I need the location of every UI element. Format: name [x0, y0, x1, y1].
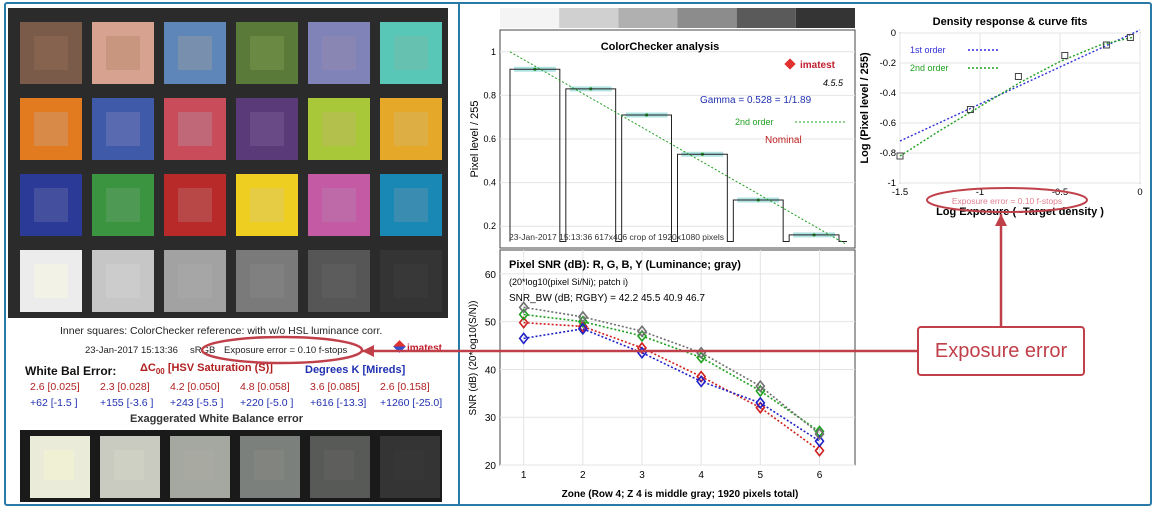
- c1-nominal-label: Nominal: [765, 135, 802, 146]
- c3-yticks: 20 30 40 50 60: [485, 270, 497, 472]
- c2-ylabel: Log (Pixel level / 255): [859, 52, 871, 164]
- c3-xtick-label: 4: [698, 470, 704, 481]
- gray-step-swatch: [795, 8, 855, 28]
- c2-ytick-label: -1: [888, 178, 896, 189]
- c1-title: ColorChecker analysis: [601, 41, 720, 53]
- c3-xtick-label: 3: [639, 470, 645, 481]
- c3-title: Pixel SNR (dB): R, G, B, Y (Luminance; g…: [509, 259, 741, 271]
- c2-plot-area: [899, 32, 1141, 184]
- c1-footer: 23-Jan-2017 15:13:36 617x406 crop of 192…: [509, 232, 724, 242]
- c2-ytick-label: -0.2: [880, 58, 896, 69]
- c2-xtick-label: 0: [1137, 187, 1142, 198]
- gray-step-swatch: [559, 8, 619, 28]
- c3-snr-bw: SNR_BW (dB; RGBY) = 42.2 45.5 40.9 46.7: [509, 293, 705, 304]
- c3-xtick-label: 2: [580, 470, 586, 481]
- c3-xtick-label: 1: [521, 470, 527, 481]
- c2-ytick-label: 0: [891, 28, 896, 39]
- c3-xtick-label: 6: [817, 470, 823, 481]
- c3-xticks: 1 2 3 4 5 6: [521, 470, 823, 481]
- c1-gamma-label: Gamma = 0.528 = 1/1.89: [700, 95, 812, 106]
- exposure-error-callout: Exposure error: [917, 326, 1085, 376]
- c3-ytick-label: 20: [485, 461, 497, 472]
- charts-overlay: ColorChecker analysis Gamma = 0.528 = 1/…: [200, 8, 1143, 500]
- density-response-chart: Density response & curve fits 1st order 2…: [859, 16, 1143, 218]
- callout-label: Exposure error: [934, 339, 1068, 362]
- c1-ytick-label: 0.6: [483, 134, 496, 144]
- gray-step-swatch: [677, 8, 737, 28]
- c3-ylabel: SNR (dB) (20*log10(S/N)): [468, 300, 479, 415]
- left-exposure-ellipse: [200, 335, 364, 365]
- c3-ytick-label: 50: [485, 318, 497, 329]
- c1-ytick-label: 0.8: [483, 90, 496, 100]
- c3-ytick-label: 60: [485, 270, 497, 281]
- c1-ytick-label: 0.4: [483, 178, 496, 188]
- c1-logo-text: imatest: [800, 60, 836, 71]
- c2-ytick-label: -0.6: [880, 118, 896, 129]
- c3-ytick-label: 30: [485, 413, 497, 424]
- c2-exposure-annotation: Exposure error = 0.10 f-stops: [952, 196, 1062, 206]
- c1-yticks: 0.2 0.4 0.6 0.8 1: [483, 47, 496, 231]
- c2-legend-label: 2nd order: [910, 63, 949, 73]
- gray-step-strip: [500, 8, 855, 28]
- c1-order-label: 2nd order: [735, 117, 774, 127]
- c3-xlabel: Zone (Row 4; Z 4 is middle gray; 1920 pi…: [562, 489, 799, 500]
- c3-subtitle: (20*log10(pixel Si/Ni); patch i): [509, 277, 628, 287]
- c1-ytick-label: 0.2: [483, 221, 496, 231]
- gray-step-swatch: [500, 8, 560, 28]
- c1-version: 4.5.5: [823, 78, 844, 88]
- gray-step-swatch: [736, 8, 796, 28]
- c1-ylabel: Pixel level / 255: [469, 100, 481, 177]
- colorchecker-analysis-chart: ColorChecker analysis Gamma = 0.528 = 1/…: [469, 8, 856, 249]
- c3-xtick-label: 5: [758, 470, 764, 481]
- c3-ytick-label: 40: [485, 365, 497, 376]
- c2-legend-label: 1st order: [910, 45, 946, 55]
- c2-ytick-label: -0.4: [880, 88, 896, 99]
- c1-ytick-label: 1: [491, 47, 496, 57]
- c2-ytick-label: -0.8: [880, 148, 896, 159]
- callout-arrow-left: [362, 345, 374, 357]
- c2-title: Density response & curve fits: [933, 16, 1088, 28]
- c2-yticks: -1 -0.8 -0.6 -0.4 -0.2 0: [880, 28, 896, 189]
- snr-chart: Pixel SNR (dB): R, G, B, Y (Luminance; g…: [468, 249, 856, 500]
- gray-step-swatch: [618, 8, 678, 28]
